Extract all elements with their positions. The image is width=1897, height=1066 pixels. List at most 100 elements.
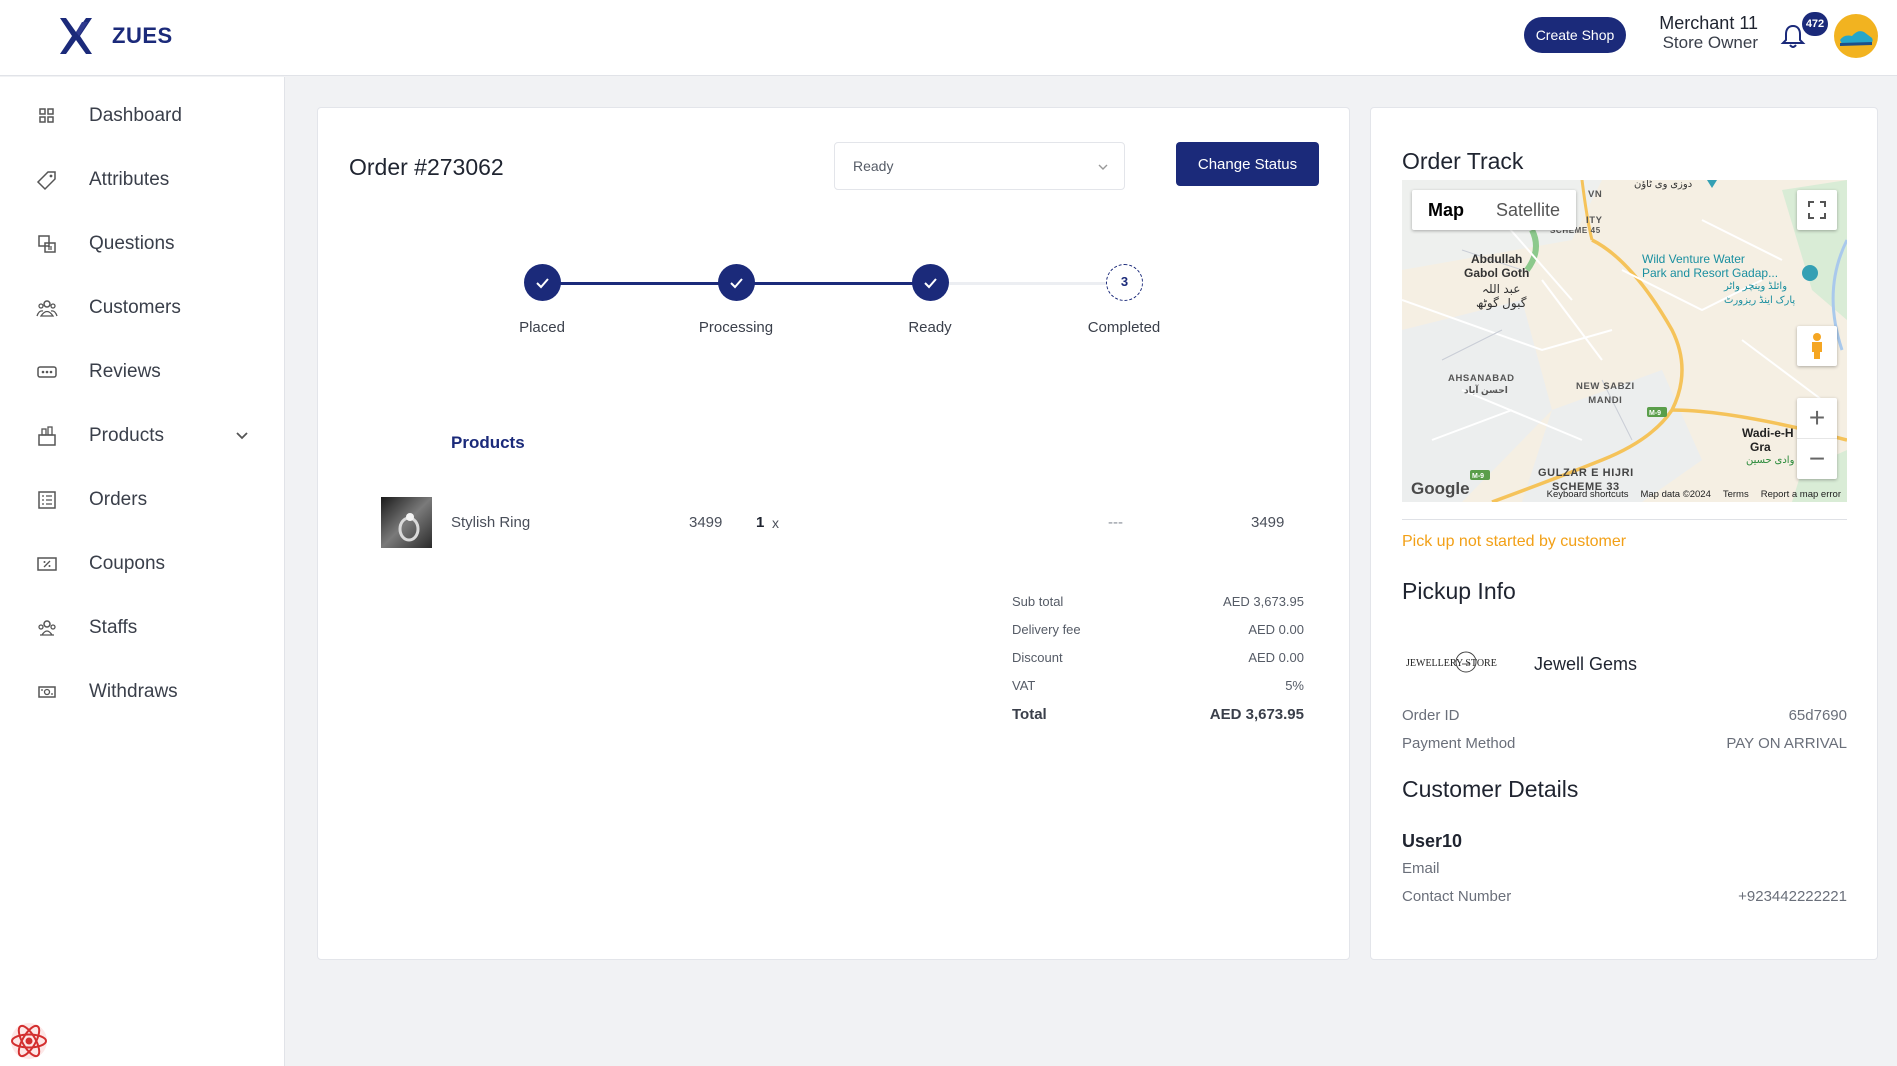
summary-subtotal: Sub total AED 3,673.95 [1012,589,1304,617]
payment-method-row: Payment Method PAY ON ARRIVAL [1402,735,1847,757]
street-view-pegman[interactable] [1797,326,1837,366]
sidebar-item-label: Customers [89,297,181,318]
check-icon [536,278,549,289]
create-shop-button[interactable]: Create Shop [1524,17,1626,53]
order-track-title: Order Track [1402,148,1524,174]
sidebar-item-customers[interactable]: Customers [0,282,285,334]
step-connector [930,282,1124,285]
sidebar-item-label: Withdraws [89,681,178,702]
product-name: Stylish Ring [451,514,531,531]
avatar[interactable] [1834,14,1878,58]
product-variant: --- [1108,514,1123,531]
map-label-new-sabzi-mandi: NEW SABZI MANDI [1576,381,1635,406]
chevron-down-icon[interactable] [234,428,250,444]
withdraw-icon [38,686,56,698]
sidebar-item-staffs[interactable]: Staffs [0,602,285,654]
order-map[interactable]: Abdullah Gabol Goth عبد اللہ گبول گوٹھ Wil… [1402,180,1847,502]
sidebar: Dashboard Attributes Questions Customers… [0,77,285,1066]
step-label: Completed [1087,319,1161,336]
map-label-ahsanabad-urdu: احسن آباد [1464,385,1508,395]
shoe-avatar-icon [1840,31,1873,46]
map-report-error-link[interactable]: Report a map error [1761,489,1841,500]
top-header: ZUES Create Shop Merchant 11 Store Owner… [0,0,1897,76]
react-devtools-icon[interactable] [8,1020,50,1062]
step-connector [736,282,930,285]
payment-method-value: PAY ON ARRIVAL [1726,735,1847,752]
map-label-m9: M-9 [1649,410,1662,417]
questions-icon [38,235,56,253]
summary-value: AED 3,673.95 [1223,594,1304,609]
contact-number-row: Contact Number +923442222221 [1402,888,1847,910]
zues-logo-icon [60,18,92,54]
store-name: Jewell Gems [1534,654,1638,674]
map-attribution: Keyboard shortcuts Map data ©2024 Terms … [1547,489,1841,500]
dashboard-icon [39,108,54,123]
map-zoom-control: + − [1797,398,1837,479]
map-type-map-button[interactable]: Map [1412,190,1480,230]
sidebar-item-dashboard[interactable]: Dashboard [0,90,285,142]
sidebar-item-products[interactable]: Products [0,410,285,462]
sidebar-item-reviews[interactable]: Reviews [0,346,285,398]
email-row: Email [1402,860,1847,882]
summary-value: AED 3,673.95 [1209,706,1304,723]
map-label-abdullah-urdu: عبد اللہ گبول گوٹھ [1476,282,1527,310]
summary-total: Total AED 3,673.95 [1012,701,1304,729]
product-total: 3499 [1251,514,1285,531]
sidebar-item-label: Products [89,425,164,446]
order-panel: Order #273062 Ready Change Status 3 Plac… [317,107,1350,960]
status-select-value: Ready [853,158,894,174]
step-placed-circle [524,264,561,301]
order-id-label: Order ID [1402,707,1460,724]
status-select[interactable]: Ready [834,142,1125,190]
product-multiplier: x [772,515,779,531]
zoom-in-button[interactable]: + [1797,398,1837,438]
pickup-status-text: Pick up not started by customer [1402,533,1627,550]
sidebar-item-attributes[interactable]: Attributes [0,154,285,206]
sidebar-item-label: Orders [89,489,148,510]
summary-delivery-fee: Delivery fee AED 0.00 [1012,617,1304,645]
step-label: Ready [908,319,952,336]
store-info: JEWELLERY STORE Jewell Gems [1402,642,1847,688]
order-summary: Sub total AED 3,673.95 Delivery fee AED … [1012,589,1304,729]
google-logo: Google [1411,479,1470,498]
notification-badge: 472 [1802,12,1828,36]
change-status-button[interactable]: Change Status [1176,142,1319,186]
summary-vat: VAT 5% [1012,673,1304,701]
sidebar-item-questions[interactable]: Questions [0,218,285,270]
order-stepper: 3 Placed Processing Ready Completed [318,264,1351,354]
map-data-text: Map data ©2024 [1640,489,1711,500]
fullscreen-button[interactable] [1797,190,1837,230]
map-terms-link[interactable]: Terms [1723,489,1749,500]
divider [1402,519,1847,520]
sidebar-item-coupons[interactable]: Coupons [0,538,285,590]
zoom-out-button[interactable]: − [1797,438,1837,478]
contact-number-label: Contact Number [1402,888,1512,905]
merchant-role: Store Owner [1662,33,1758,52]
sidebar-item-withdraws[interactable]: Withdraws [0,666,285,718]
chevron-down-icon [1098,164,1108,170]
sidebar-item-orders[interactable]: Orders [0,474,285,526]
map-label-wadi-urdu: وادی حسین [1746,455,1795,466]
brand-logo[interactable]: ZUES [54,14,173,58]
coupon-icon [37,557,57,571]
map-label-wild-venture-urdu: وائلڈ وینچر واٹر پارک اینڈ ریزورٹ [1724,281,1796,306]
brand-name: ZUES [112,23,173,48]
table-row[interactable]: Stylish Ring 3499 1 x --- 3499 [381,497,1301,549]
merchant-info[interactable]: Merchant 11 Store Owner [1640,13,1758,53]
pickup-info-title: Pickup Info [1402,578,1516,604]
check-icon [924,278,937,289]
summary-value: AED 0.00 [1248,650,1304,665]
map-label-vn: VN [1588,189,1603,200]
customer-details-title: Customer Details [1402,776,1579,802]
map-type-satellite-button[interactable]: Satellite [1480,190,1576,230]
map-label-gra: Gra [1750,440,1771,454]
contact-number-value: +923442222221 [1738,888,1847,905]
map-label-wadi: Wadi-e-H [1742,426,1794,440]
map-label-abdullah: Abdullah Gabol Goth [1464,252,1530,280]
map-keyboard-shortcuts-link[interactable]: Keyboard shortcuts [1547,489,1629,500]
products-heading: Products [451,433,525,452]
map-type-toggle: Map Satellite [1412,190,1577,230]
tag-icon [36,171,56,191]
pegman-icon [1812,333,1822,359]
staffs-icon [38,620,56,636]
